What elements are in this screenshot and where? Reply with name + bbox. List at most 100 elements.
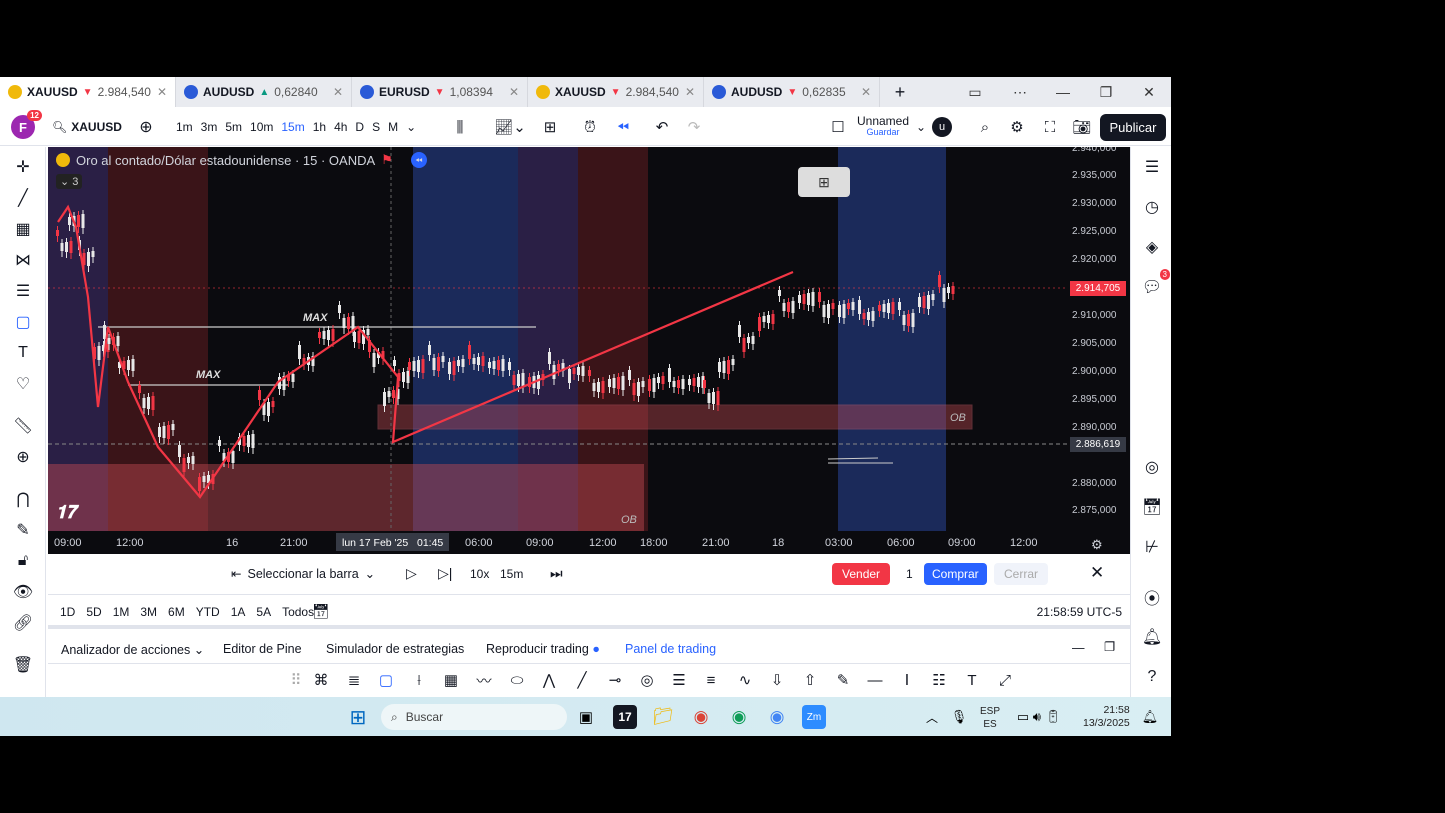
broadcast-icon[interactable]: ⦿ bbox=[1140, 585, 1164, 609]
lines-tool-icon[interactable]: ≣ bbox=[343, 669, 365, 691]
symbol-search[interactable]: 🔍︎ XAUUSD bbox=[52, 108, 122, 146]
camera-icon[interactable]: 📷︎ bbox=[1072, 108, 1092, 146]
ruler-icon[interactable]: 📏︎ bbox=[11, 414, 35, 438]
close-icon[interactable]: ✕ bbox=[157, 85, 167, 99]
chrome-icon[interactable]: ◉ bbox=[689, 705, 713, 729]
pattern-tool-icon[interactable]: ⋀ bbox=[538, 669, 560, 691]
chevron-down-icon[interactable]: ⌄ bbox=[915, 108, 927, 146]
clock-label[interactable]: 21:58:59 UTC-5 bbox=[1037, 605, 1122, 619]
interval-s[interactable]: S bbox=[368, 120, 384, 134]
candles-icon[interactable]: ⫼ bbox=[450, 108, 470, 146]
taskbar-clock[interactable]: 21:58 13/3/2025 bbox=[1083, 704, 1130, 730]
buy-button[interactable]: Comprar bbox=[924, 563, 987, 585]
range-1m[interactable]: 1M bbox=[113, 605, 130, 619]
quantity-field[interactable]: 1 bbox=[906, 567, 913, 581]
fib-levels-tool-icon[interactable]: ☷ bbox=[928, 669, 950, 691]
target-icon[interactable]: ◎ bbox=[1140, 455, 1164, 479]
order-block-lower[interactable] bbox=[48, 464, 644, 531]
tab-audusd[interactable]: AUDUSD ▲ 0,62840 ✕ bbox=[176, 77, 352, 107]
tab-audusd-2[interactable]: AUDUSD ▼ 0,62835 ✕ bbox=[704, 77, 880, 107]
text-icon[interactable]: T bbox=[11, 341, 35, 365]
rect-tool-icon[interactable]: ▢ bbox=[375, 669, 397, 691]
interval-5m[interactable]: 5m bbox=[221, 120, 246, 134]
tradingview-app-icon[interactable]: 17 bbox=[613, 705, 637, 729]
close-position-button[interactable]: Cerrar bbox=[994, 563, 1049, 585]
interval-d[interactable]: D bbox=[351, 120, 368, 134]
checkbox-icon[interactable]: ☐ bbox=[828, 108, 848, 146]
pattern-icon[interactable]: ⋈ bbox=[11, 248, 35, 272]
interval-1h[interactable]: 1h bbox=[309, 120, 330, 134]
redo-icon[interactable]: ↷ bbox=[684, 108, 704, 146]
chart-canvas[interactable]: MAX MAX OB OB 2.940,000 2.935,000 2.930,00… bbox=[48, 147, 1130, 531]
zoom-app-icon[interactable]: Zm bbox=[802, 705, 826, 729]
close-icon[interactable]: ✕ bbox=[685, 85, 695, 99]
close-icon[interactable]: ✕ bbox=[509, 85, 519, 99]
help-icon[interactable]: ? bbox=[1140, 665, 1164, 689]
lock-icon[interactable]: 🔓︎ bbox=[11, 549, 35, 573]
publish-button[interactable]: Publicar bbox=[1099, 113, 1167, 141]
range-1a[interactable]: 1A bbox=[231, 605, 246, 619]
interval-4h[interactable]: 4h bbox=[330, 120, 351, 134]
text-tool-icon[interactable]: T bbox=[961, 669, 983, 691]
tab-replay-trading[interactable]: Reproducir trading ● bbox=[486, 642, 600, 656]
interval-3m[interactable]: 3m bbox=[197, 120, 222, 134]
range-3m[interactable]: 3M bbox=[140, 605, 157, 619]
chevron-down-icon[interactable]: ⌄ bbox=[402, 120, 420, 134]
range-6m[interactable]: 6M bbox=[168, 605, 185, 619]
price-chart[interactable]: MAX MAX OB OB 2.940,000 2.935,000 2.930,00… bbox=[48, 147, 1130, 554]
interval-10m[interactable]: 10m bbox=[246, 120, 277, 134]
eye-icon[interactable]: 👁︎ bbox=[11, 580, 35, 604]
ellipse-tool-icon[interactable]: ⬭ bbox=[506, 669, 528, 691]
chrome-profile-icon[interactable]: ◉ bbox=[727, 705, 751, 729]
calendar-icon[interactable]: 📅︎ bbox=[312, 603, 330, 620]
tab-trading-panel[interactable]: Panel de trading bbox=[625, 642, 716, 656]
magnet-icon[interactable]: ⋂ bbox=[11, 487, 35, 511]
close-window-icon[interactable]: ✕ bbox=[1129, 77, 1169, 107]
crosshair-icon[interactable]: ✛ bbox=[11, 155, 35, 179]
templates-icon[interactable]: ⊞ bbox=[540, 108, 560, 146]
calendar-icon[interactable]: 📅︎ bbox=[1140, 495, 1164, 519]
interval-1m[interactable]: 1m bbox=[172, 120, 197, 134]
select-bar-button[interactable]: ⇤ Seleccionar la barra ⌄ bbox=[231, 566, 375, 582]
range-ytd[interactable]: YTD bbox=[196, 605, 220, 619]
ray-tool-icon[interactable]: ⊸ bbox=[604, 669, 626, 691]
object-tree-icon[interactable]: ⊞ bbox=[798, 167, 850, 197]
measure-tool-icon[interactable]: ⤢ bbox=[994, 669, 1016, 691]
circle-tool-icon[interactable]: ◎ bbox=[636, 669, 658, 691]
add-symbol-icon[interactable]: ⊕ bbox=[136, 108, 156, 146]
step-forward-icon[interactable]: ▷| bbox=[438, 565, 452, 582]
minimize-icon[interactable]: — bbox=[1043, 77, 1083, 107]
replay-icon[interactable]: ⏪︎ bbox=[613, 108, 633, 146]
settings-icon[interactable]: ⚙ bbox=[1007, 108, 1027, 146]
interval-15m[interactable]: 15m bbox=[277, 120, 308, 134]
arrow-up-icon[interactable]: ⇧ bbox=[799, 669, 821, 691]
brush-tool-icon[interactable]: ✎ bbox=[832, 669, 854, 691]
text-cursor-tool-icon[interactable]: Ⅰ bbox=[896, 669, 918, 691]
windows-start-icon[interactable]: ⊞ bbox=[346, 705, 370, 729]
watchlist-icon[interactable]: ☰ bbox=[1140, 155, 1164, 179]
taskbar-search[interactable]: ⌕ Buscar bbox=[381, 704, 567, 730]
range-all[interactable]: Todos bbox=[282, 605, 314, 619]
indicators-icon[interactable]: 📈︎⌄ bbox=[490, 108, 530, 146]
draw-lock-icon[interactable]: ✎ bbox=[11, 518, 35, 542]
fib-icon[interactable]: ▦ bbox=[11, 217, 35, 241]
tab-xauusd[interactable]: XAUUSD ▼ 2.984,540 ✕ bbox=[0, 77, 176, 107]
tab-pine-editor[interactable]: Editor de Pine bbox=[223, 642, 302, 656]
speed-selector[interactable]: 10x bbox=[470, 567, 489, 581]
layout-icon[interactable]: ▭ bbox=[955, 77, 995, 107]
more-icon[interactable]: ⋯ bbox=[1000, 77, 1040, 107]
shapes-icon[interactable]: ▢ bbox=[11, 310, 35, 334]
path-tool-icon[interactable]: 〰 bbox=[473, 669, 495, 691]
play-icon[interactable]: ▷ bbox=[406, 565, 417, 582]
notifications-icon[interactable]: 🔔︎ bbox=[1138, 705, 1162, 729]
avatar[interactable]: F 12 bbox=[11, 110, 42, 139]
maximize-panel-icon[interactable]: ❐ bbox=[1104, 639, 1115, 654]
order-block-upper[interactable] bbox=[377, 404, 973, 430]
range-1d[interactable]: 1D bbox=[60, 605, 75, 619]
price-axis[interactable]: 2.940,000 2.935,000 2.930,000 2.925,000 2.92… bbox=[1072, 147, 1117, 516]
jump-realtime-icon[interactable]: ⏭︎ bbox=[550, 565, 563, 582]
alert-icon[interactable]: ⏰︎ bbox=[580, 108, 600, 146]
tab-stock-screener[interactable]: Analizador de acciones ⌄ bbox=[61, 642, 204, 657]
restore-icon[interactable]: ❐ bbox=[1086, 77, 1126, 107]
chrome-profile-2-icon[interactable]: ◉ bbox=[765, 705, 789, 729]
